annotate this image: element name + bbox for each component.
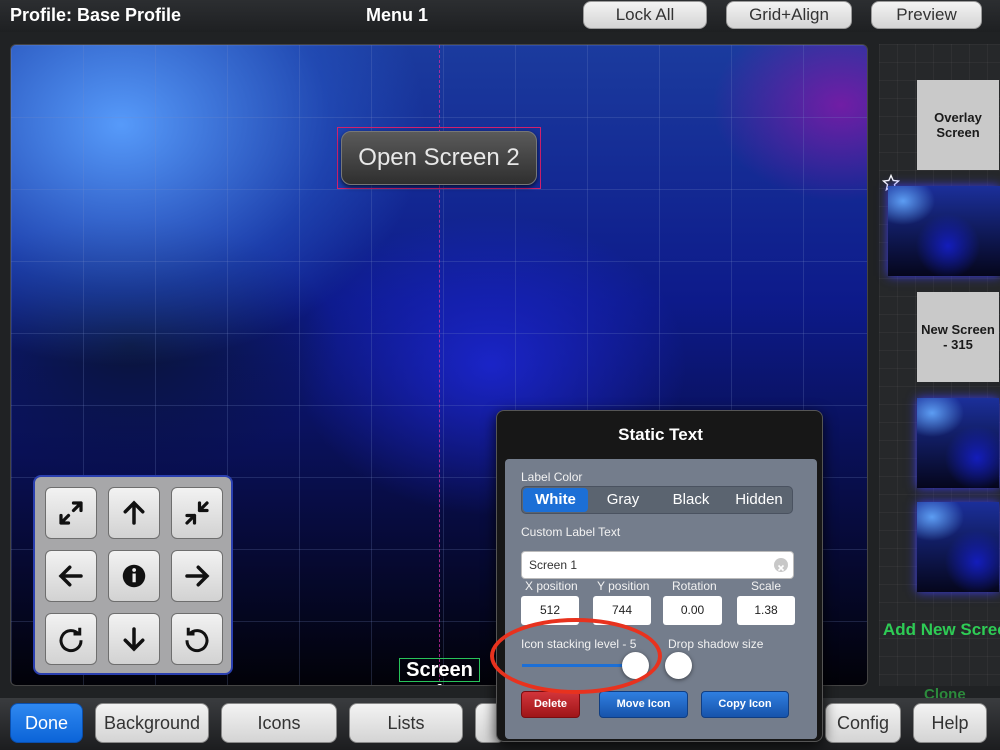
- y-position-label: Y position: [597, 579, 650, 593]
- close-icon: [777, 564, 785, 572]
- move-right-button[interactable]: [171, 550, 223, 602]
- move-down-button[interactable]: [108, 613, 160, 665]
- static-text-popover: Static Text Label Color White Gray Black…: [496, 410, 823, 742]
- shrink-icon: [185, 501, 209, 525]
- scale-label: Scale: [751, 579, 782, 593]
- icons-button[interactable]: Icons: [221, 703, 337, 743]
- label-color-black[interactable]: Black: [658, 488, 724, 512]
- label-color-hidden[interactable]: Hidden: [726, 488, 792, 512]
- lists-button[interactable]: Lists: [349, 703, 463, 743]
- screens-panel: Overlay Screen New Screen - 315: [879, 44, 1000, 686]
- grid-align-button[interactable]: Grid+Align: [726, 1, 852, 29]
- menu-title: Menu 1: [366, 5, 429, 25]
- custom-label-text-value: Screen 1: [529, 558, 578, 572]
- profile-title: Profile: Base Profile: [10, 5, 182, 25]
- rotate-clockwise-button[interactable]: [45, 613, 97, 665]
- background-button[interactable]: Background: [95, 703, 209, 743]
- move-left-button[interactable]: [45, 550, 97, 602]
- screen-thumb-5[interactable]: [917, 502, 999, 592]
- delete-button[interactable]: Delete: [521, 691, 580, 718]
- arrow-up-icon: [123, 500, 145, 525]
- arrow-down-icon: [123, 627, 145, 652]
- arrow-right-icon: [185, 565, 210, 587]
- config-button[interactable]: Config: [825, 703, 901, 743]
- add-new-screen-button[interactable]: Add New Screen: [880, 620, 1000, 640]
- highlight-annotation-ellipse: [490, 618, 662, 694]
- help-button[interactable]: Help: [913, 703, 987, 743]
- preview-button[interactable]: Preview: [871, 1, 982, 29]
- done-button[interactable]: Done: [10, 703, 83, 743]
- rotate-clockwise-icon: [59, 627, 83, 653]
- screen-thumb-4[interactable]: [917, 398, 999, 488]
- drop-shadow-size-label: Drop shadow size: [668, 637, 764, 651]
- top-bar: Profile: Base Profile Menu 1 Lock All Gr…: [0, 0, 1000, 32]
- popover-title: Static Text: [618, 425, 703, 444]
- label-color-gray[interactable]: Gray: [590, 488, 656, 512]
- custom-label-text-label: Custom Label Text: [521, 525, 621, 539]
- screen-label-static-text[interactable]: Screen 1: [399, 658, 480, 685]
- open-screen-2-button[interactable]: Open Screen 2: [337, 127, 541, 189]
- label-color-white[interactable]: White: [523, 488, 588, 512]
- expand-button[interactable]: [45, 487, 97, 539]
- rotate-counterclockwise-button[interactable]: [171, 613, 223, 665]
- rotation-input[interactable]: 0.00: [663, 596, 722, 625]
- label-color-segmented-control: White Gray Black Hidden: [521, 486, 793, 514]
- nudge-pad: [33, 475, 233, 675]
- copy-icon-button[interactable]: Copy Icon: [701, 691, 789, 718]
- lock-all-button[interactable]: Lock All: [583, 1, 707, 29]
- screen-thumb-overlay[interactable]: Overlay Screen: [917, 80, 999, 170]
- move-icon-button[interactable]: Move Icon: [599, 691, 688, 718]
- open-screen-2-label: Open Screen 2: [341, 131, 537, 185]
- label-color-label: Label Color: [521, 470, 583, 484]
- scale-input[interactable]: 1.38: [737, 596, 795, 625]
- rotate-counterclockwise-icon: [185, 627, 209, 653]
- info-icon: [122, 564, 146, 588]
- clear-text-icon[interactable]: [774, 558, 788, 572]
- popover-body: Label Color White Gray Black Hidden Cust…: [505, 459, 817, 739]
- x-position-label: X position: [525, 579, 578, 593]
- rotation-label: Rotation: [672, 579, 717, 593]
- expand-icon: [59, 501, 83, 525]
- shrink-button[interactable]: [171, 487, 223, 539]
- shadow-slider-knob[interactable]: [665, 652, 692, 679]
- info-button[interactable]: [108, 550, 160, 602]
- arrow-left-icon: [58, 565, 83, 587]
- screen-thumb-new-screen-315[interactable]: New Screen - 315: [917, 292, 999, 382]
- custom-label-text-input[interactable]: Screen 1: [521, 551, 794, 579]
- screen-thumb-selected[interactable]: [888, 186, 1000, 276]
- move-up-button[interactable]: [108, 487, 160, 539]
